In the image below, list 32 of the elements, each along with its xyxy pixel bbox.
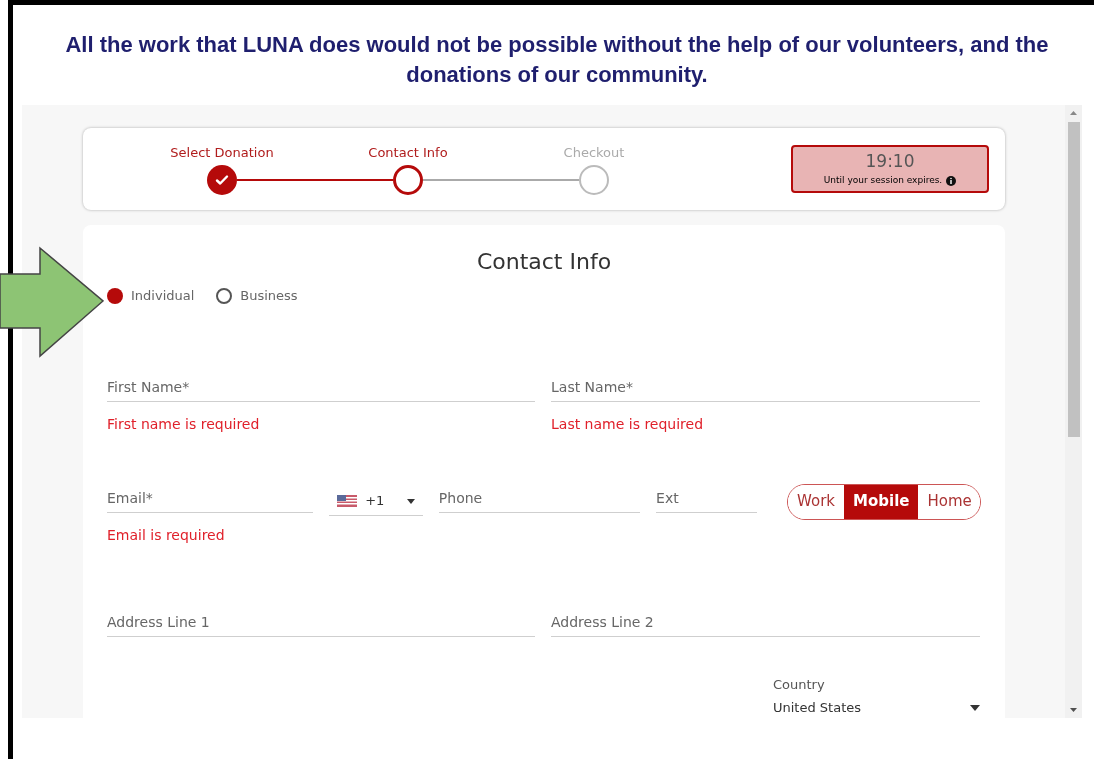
step-label: Checkout — [563, 144, 625, 163]
timer-caption: Until your session expires. — [823, 173, 943, 187]
error-message: Last name is required — [551, 414, 705, 434]
step-label: Select Donation — [170, 144, 274, 163]
banner-text: All the work that LUNA does would not be possible without the help of our volunteers, and the donations of our community. — [64, 31, 1050, 89]
step-label: Contact Info — [368, 144, 448, 163]
scroll-up-icon[interactable] — [1070, 111, 1077, 115]
text-field[interactable]: Address Line 1 — [107, 608, 535, 637]
caret-icon — [406, 498, 415, 504]
flag-icon — [337, 495, 358, 507]
timer-value: 19:10 — [865, 150, 915, 171]
country-select[interactable]: United States — [773, 698, 980, 718]
scroll-down-icon[interactable] — [1070, 708, 1077, 712]
radio-selected-icon — [107, 287, 123, 304]
info-icon — [946, 175, 957, 186]
radio-empty-icon — [216, 287, 233, 304]
text-field[interactable]: Address Line 2 — [551, 608, 980, 637]
text-field[interactable]: Email* — [107, 484, 314, 513]
phone-type-toggle[interactable]: Mobile — [844, 484, 919, 519]
caret-icon — [970, 704, 980, 711]
text-field[interactable]: Last Name* — [551, 373, 980, 402]
error-message: First name is required — [107, 414, 261, 434]
radio-option[interactable]: Business — [216, 286, 298, 306]
text-field[interactable]: First Name* — [107, 373, 535, 402]
country-label: Country — [773, 675, 826, 694]
radio-option[interactable]: Individual — [107, 286, 195, 306]
text-field[interactable]: Phone — [438, 484, 641, 513]
text-field[interactable]: Ext — [656, 484, 758, 513]
error-message: Email is required — [107, 525, 226, 545]
country-code-select[interactable]: +1 — [329, 487, 423, 516]
form-title: Contact Info — [475, 248, 613, 276]
scrollbar-thumb[interactable] — [1067, 122, 1080, 437]
